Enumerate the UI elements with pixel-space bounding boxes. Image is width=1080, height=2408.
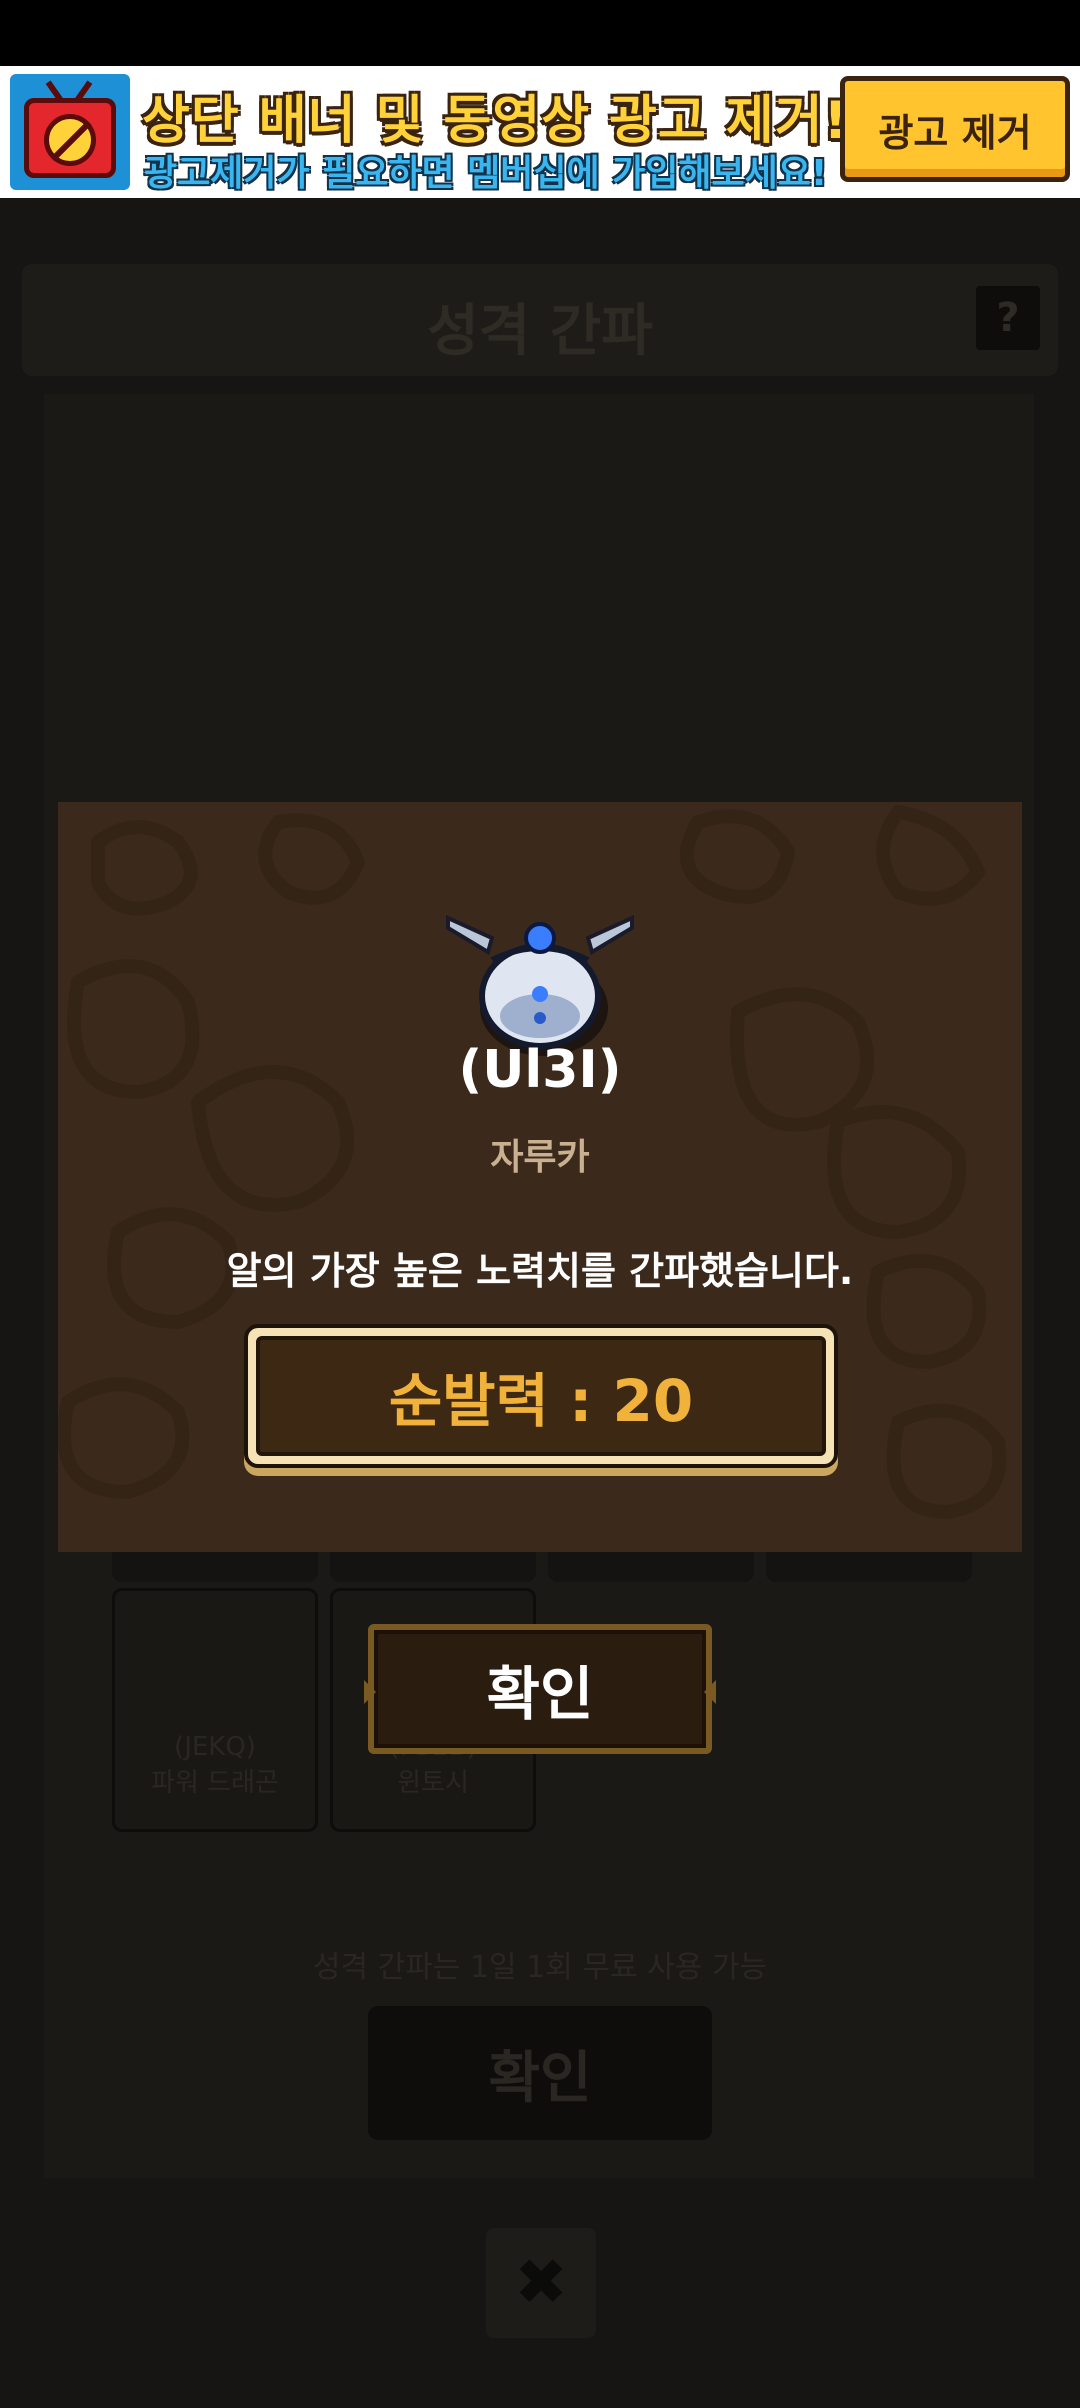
no-ad-tv-icon xyxy=(10,74,130,190)
egg-card-label: (JEKQ) 파워 드래곤 xyxy=(115,1732,315,1799)
background-confirm-button[interactable]: 확인 xyxy=(368,2006,712,2140)
egg-card-code: (JEKQ) xyxy=(174,1732,256,1762)
egg-code: (Ul3I) xyxy=(458,1040,622,1100)
egg-card-strip xyxy=(548,1552,754,1582)
status-bar xyxy=(0,0,1080,66)
egg-card-strip xyxy=(766,1552,972,1582)
ad-banner[interactable]: 상단 배너 및 동영상 광고 제거! 광고제거가 필요하면 멤버십에 가입해보세… xyxy=(0,66,1080,198)
remove-ads-button[interactable]: 광고 제거 xyxy=(840,76,1070,182)
header: 성격 간파 ? xyxy=(22,264,1058,376)
egg-card-name: 파워 드래곤 xyxy=(151,1768,279,1798)
egg-card-strip xyxy=(330,1552,536,1582)
close-icon[interactable]: ✖ xyxy=(486,2228,596,2338)
egg-card-strip xyxy=(112,1552,318,1582)
ad-subtitle: 광고제거가 필요하면 멤버십에 가입해보세요! xyxy=(144,153,828,194)
result-message: 알의 가장 높은 노력치를 간파했습니다. xyxy=(226,1249,854,1293)
stat-result-box: 순발력 : 20 xyxy=(244,1324,838,1468)
egg-card[interactable]: (JEKQ) 파워 드래곤 xyxy=(112,1588,318,1832)
stat-result-text: 순발력 : 20 xyxy=(256,1336,826,1456)
confirm-button-label: 확인 xyxy=(486,1660,594,1728)
result-modal: (Ul3I) 자루카 알의 가장 높은 노력치를 간파했습니다. 순발력 : 2… xyxy=(58,802,1022,1552)
app-root: 상단 배너 및 동영상 광고 제거! 광고제거가 필요하면 멤버십에 가입해보세… xyxy=(0,0,1080,2408)
confirm-button[interactable]: 확인 xyxy=(364,1624,716,1754)
page-title: 성격 간파 xyxy=(427,299,653,364)
usage-notice: 성격 간파는 1일 1회 무료 사용 가능 xyxy=(312,1950,768,1985)
egg-name: 자루카 xyxy=(490,1137,590,1178)
ad-title: 상단 배너 및 동영상 광고 제거! xyxy=(142,91,849,151)
help-button[interactable]: ? xyxy=(976,286,1040,350)
egg-card-name: 윈토시 xyxy=(397,1768,469,1798)
